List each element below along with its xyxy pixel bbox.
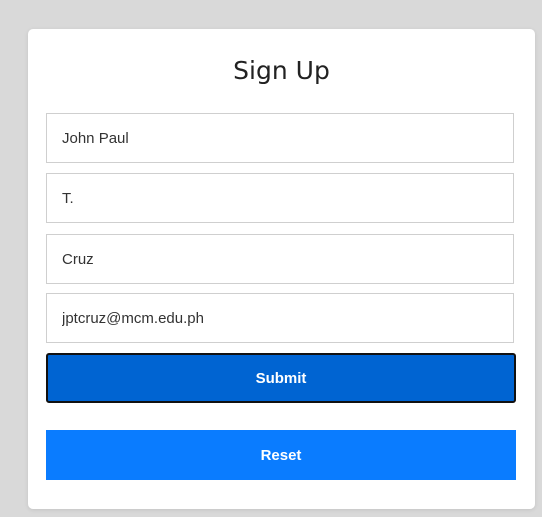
first-name-field[interactable] <box>46 113 514 163</box>
page-background: Sign Up Submit Reset <box>0 0 542 517</box>
middle-initial-field[interactable] <box>46 173 514 223</box>
last-name-field[interactable] <box>46 234 514 284</box>
form-title: Sign Up <box>233 56 330 85</box>
submit-button[interactable]: Submit <box>46 353 516 403</box>
email-field[interactable] <box>46 293 514 343</box>
signup-card: Sign Up Submit Reset <box>28 29 535 509</box>
reset-button[interactable]: Reset <box>46 430 516 480</box>
